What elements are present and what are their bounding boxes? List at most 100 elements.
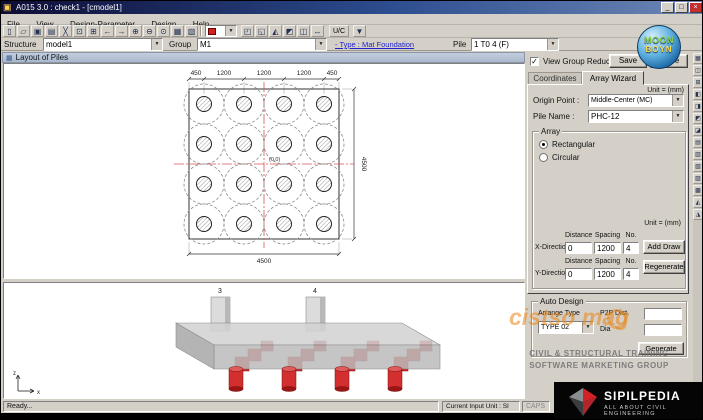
wireframe-view-icon[interactable]: ◫ xyxy=(297,25,310,37)
chevron-down-icon: ▼ xyxy=(672,95,683,106)
right-tool-icon-14[interactable]: ◮ xyxy=(693,209,702,220)
print-icon[interactable]: ▤ xyxy=(45,25,58,37)
view-front-icon[interactable]: ◱ xyxy=(255,25,268,37)
training-watermark-line1: CIVIL & STRUCTURAL TRAINING xyxy=(529,349,669,358)
array-groupbox: Array Rectangular Circular Unit = (mm) D… xyxy=(532,127,686,289)
zoom-extents-icon[interactable]: ⊙ xyxy=(157,25,170,37)
pile-select[interactable]: 1 T0 4 (F) ▼ xyxy=(471,38,559,51)
y-distance-header: Distance xyxy=(565,258,593,265)
app-icon: ▣ xyxy=(3,2,12,12)
zoom-in-icon[interactable]: ⊕ xyxy=(129,25,142,37)
sipilpedia-brand-box: SIPILPEDIA ALL ABOUT CIVIL ENGINEERING xyxy=(554,382,702,419)
main-toolbar: ▯ ▱ ▣ ▤ ╳ ⊡ ⊞ ← → ⊕ ⊖ ⊙ ▦ ▧ ▼ ◰ ◱ ◭ ◩ ◫ … xyxy=(1,25,702,38)
status-input-unit[interactable]: Current Input Unit : SI xyxy=(442,401,520,412)
view-top-icon[interactable]: ◰ xyxy=(241,25,254,37)
right-tool-icon-11[interactable]: ▨ xyxy=(693,173,702,184)
pile-name-select[interactable]: PHC-12 ▼ xyxy=(588,110,684,123)
cut-icon[interactable]: ╳ xyxy=(59,25,72,37)
right-tool-icon-9[interactable]: ▥ xyxy=(693,149,702,160)
maximize-button[interactable]: □ xyxy=(675,2,688,13)
x-distance-input[interactable] xyxy=(565,242,592,254)
circular-radio[interactable] xyxy=(539,153,548,162)
right-tool-icon-5[interactable]: ◨ xyxy=(693,101,702,112)
moonboy-logo-line2: BOYN xyxy=(645,45,673,54)
structure-select[interactable]: model1 ▼ xyxy=(43,38,163,51)
pile-3d-drawing[interactable]: 3 4 z x xyxy=(4,283,524,398)
origin-label: (0,0) xyxy=(269,157,280,163)
chevron-down-icon: ▼ xyxy=(151,39,162,50)
foundation-type-link[interactable]: - Type : Mat Foundation xyxy=(335,38,414,51)
zoom-out-icon[interactable]: ⊖ xyxy=(143,25,156,37)
rectangular-label: Rectangular xyxy=(552,140,596,149)
pile-plan-drawing[interactable]: 450 1200 1200 1200 450 4500 4500 (0,0) xyxy=(4,64,524,278)
uc-toggle-button[interactable]: U/C xyxy=(329,25,349,37)
unit-label-array: Unit = (mm) xyxy=(644,220,681,227)
close-button[interactable]: × xyxy=(689,2,702,13)
dimension-bottom: 4500 xyxy=(186,251,342,265)
y-no-header: No. xyxy=(625,258,637,265)
undo-icon[interactable]: ← xyxy=(101,25,114,37)
pile-settings-panel: ✓ View Group Reduction Save Close Coordi… xyxy=(525,51,693,400)
window-title: A015 3.0 : check1 - [cmodel1] xyxy=(16,3,122,12)
right-tool-icon-3[interactable]: ⊞ xyxy=(693,77,702,88)
svg-text:1200: 1200 xyxy=(297,70,312,77)
grid-icon[interactable]: ▦ xyxy=(171,25,184,37)
right-tool-icon-1[interactable]: ▦ xyxy=(693,53,702,64)
dia-input[interactable] xyxy=(644,324,682,336)
right-tool-icon-10[interactable]: ▧ xyxy=(693,161,702,172)
minimize-button[interactable]: _ xyxy=(661,2,674,13)
group-select[interactable]: M1 ▼ xyxy=(197,38,327,51)
right-tool-icon-7[interactable]: ◪ xyxy=(693,125,702,136)
piles-3d-front[interactable] xyxy=(228,366,403,392)
view-iso-icon[interactable]: ◭ xyxy=(269,25,282,37)
right-tool-icon-6[interactable]: ◩ xyxy=(693,113,702,124)
sipilpedia-brand-name: SIPILPEDIA xyxy=(604,389,681,403)
tab-array-wizard[interactable]: Array Wizard xyxy=(582,71,644,85)
rectangular-radio[interactable] xyxy=(539,140,548,149)
measure-icon[interactable]: ↔ xyxy=(311,25,324,37)
svg-text:1200: 1200 xyxy=(257,70,272,77)
moonboy-logo-line1: MOON xyxy=(644,35,674,45)
unit-label-top: Unit = (mm) xyxy=(647,87,684,94)
x-no-input[interactable] xyxy=(623,242,639,254)
view-3d-area[interactable]: 3 4 z x xyxy=(3,282,525,399)
add-draw-button[interactable]: Add Draw xyxy=(643,240,685,254)
p2p-dist-input[interactable] xyxy=(644,308,682,320)
right-tool-icon-12[interactable]: ▩ xyxy=(693,185,702,196)
color-picker-dropdown[interactable]: ▼ xyxy=(205,25,237,37)
origin-point-select[interactable]: Middle-Center (MC) ▼ xyxy=(588,94,684,107)
right-tool-icon-13[interactable]: ◭ xyxy=(693,197,702,208)
axis-indicator xyxy=(15,374,35,394)
toolbar-more-dropdown[interactable]: ▼ xyxy=(353,25,366,37)
shaded-view-icon[interactable]: ◩ xyxy=(283,25,296,37)
plan-view-area[interactable]: 450 1200 1200 1200 450 4500 4500 (0,0) xyxy=(3,63,525,279)
chevron-down-icon: ▼ xyxy=(547,39,558,50)
sipilpedia-tagline: ALL ABOUT CIVIL ENGINEERING xyxy=(604,405,667,417)
layout-icon: ▦ xyxy=(6,55,13,62)
x-spacing-input[interactable] xyxy=(594,242,621,254)
status-ready: Ready... xyxy=(3,401,439,412)
right-tool-icon-4[interactable]: ◧ xyxy=(693,89,702,100)
right-tool-icon-2[interactable]: ◫ xyxy=(693,65,702,76)
right-tool-icon-8[interactable]: ▤ xyxy=(693,137,702,148)
y-distance-input[interactable] xyxy=(565,268,592,280)
menubar: File View Design-Parameter Design Help xyxy=(1,14,702,29)
regenerate-button[interactable]: Regenerate xyxy=(643,260,685,274)
copy-icon[interactable]: ⊡ xyxy=(73,25,86,37)
column-label-4: 4 xyxy=(313,288,317,295)
new-icon[interactable]: ▯ xyxy=(3,25,16,37)
redo-icon[interactable]: → xyxy=(115,25,128,37)
paste-icon[interactable]: ⊞ xyxy=(87,25,100,37)
right-vertical-toolbar: ▦ ◫ ⊞ ◧ ◨ ◩ ◪ ▤ ▥ ▧ ▨ ▩ ◭ ◮ xyxy=(693,53,702,399)
save-icon[interactable]: ▣ xyxy=(31,25,44,37)
circular-label: Circular xyxy=(552,153,580,162)
pile-cap-3d xyxy=(174,322,442,370)
y-no-input[interactable] xyxy=(623,268,639,280)
open-icon[interactable]: ▱ xyxy=(17,25,30,37)
axis-x-label: x xyxy=(37,390,40,396)
chevron-down-icon: ▼ xyxy=(315,39,326,50)
snap-icon[interactable]: ▧ xyxy=(185,25,198,37)
dimension-top: 450 1200 1200 1200 450 xyxy=(186,70,342,82)
y-spacing-input[interactable] xyxy=(594,268,621,280)
view-group-reduction-checkbox[interactable]: ✓ xyxy=(530,57,539,66)
